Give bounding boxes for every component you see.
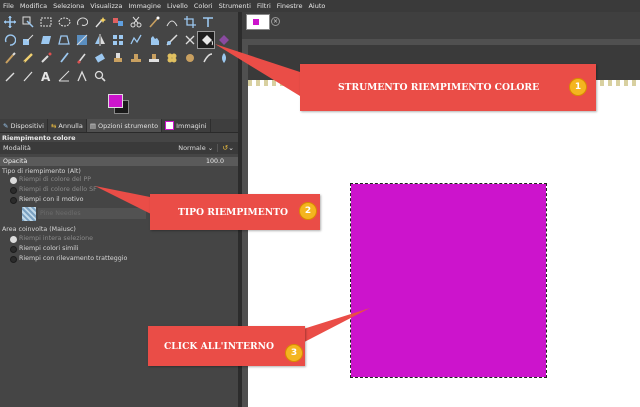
callout-click-inside: CLICK ALL'INTERNO [148, 326, 305, 366]
arrow-1 [215, 44, 300, 96]
badge-1: 1 [569, 78, 587, 96]
badge-3: 3 [285, 344, 303, 362]
callout-arrows [95, 44, 370, 352]
arrow-2 [95, 186, 155, 216]
badge-2: 2 [299, 202, 317, 220]
callout-tool: STRUMENTO RIEMPIMENTO COLORE [300, 64, 596, 111]
callout-fill-type: TIPO RIEMPIMENTO [150, 194, 320, 230]
